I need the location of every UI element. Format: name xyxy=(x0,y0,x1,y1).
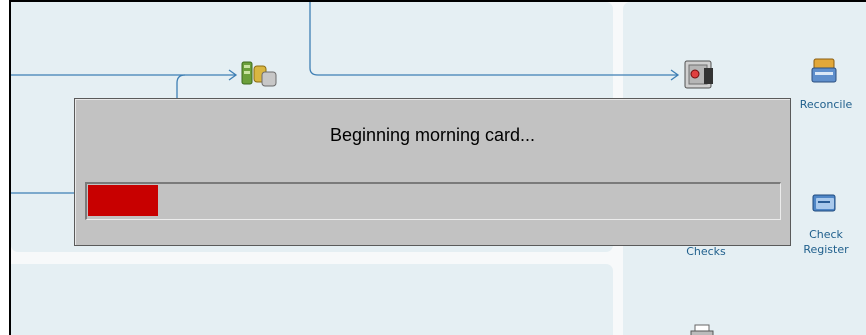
reconcile-label[interactable]: Reconcile xyxy=(796,97,856,112)
printer-icon[interactable] xyxy=(689,321,715,335)
reconcile-icon[interactable] xyxy=(810,56,840,88)
money-stack-icon[interactable] xyxy=(240,58,280,90)
connector-line xyxy=(176,74,186,100)
checks-label[interactable]: Checks xyxy=(676,244,736,259)
progress-bar-fill xyxy=(88,185,158,216)
app-window: Reconcile Check Register Checks Beginnin… xyxy=(0,0,866,335)
check-register-icon[interactable] xyxy=(810,192,840,220)
connector-line xyxy=(309,2,678,76)
safe-icon[interactable] xyxy=(682,58,720,92)
progress-dialog: Beginning morning card... xyxy=(74,98,791,246)
progress-bar xyxy=(85,182,781,220)
check-register-label[interactable]: Check Register xyxy=(796,227,856,257)
check-register-label-line2: Register xyxy=(803,243,849,256)
check-register-label-line1: Check xyxy=(809,228,843,241)
progress-message: Beginning morning card... xyxy=(329,125,536,145)
